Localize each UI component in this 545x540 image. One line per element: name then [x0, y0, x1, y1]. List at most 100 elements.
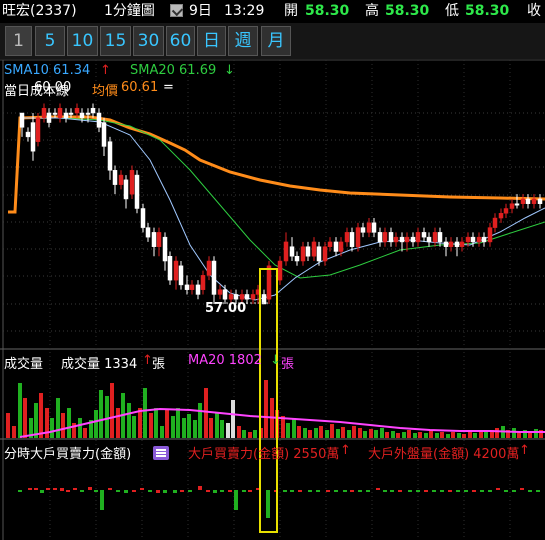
volume-bar [18, 383, 22, 438]
candle-body [118, 174, 124, 185]
candle-body [184, 284, 190, 290]
candle-body [277, 260, 283, 281]
candle-body [96, 112, 102, 128]
bigplayer-bar [53, 488, 57, 490]
candle-body [448, 241, 454, 247]
candle-body [338, 241, 344, 252]
volume-bar [242, 430, 246, 438]
bigplayer-bar [94, 490, 98, 492]
bigplayer-bar [60, 488, 64, 491]
volume-bar [440, 432, 444, 438]
candle-body [167, 256, 173, 281]
candle-body [222, 289, 228, 300]
volume-bar [6, 413, 10, 438]
bigplayer-bar [316, 490, 320, 492]
bigplayer-bar [242, 490, 246, 492]
candle-body [305, 246, 311, 257]
bigplayer-bar [480, 490, 484, 492]
bigplayer-bar [198, 486, 202, 490]
bigplayer-bar [40, 490, 44, 493]
volume-bar [308, 430, 312, 438]
candle-body [206, 260, 212, 276]
avg-price-value: 60.61 [121, 80, 159, 95]
candle-body [404, 236, 410, 243]
volume-bar [319, 426, 323, 438]
volume-bar [61, 413, 65, 438]
candle-body [250, 294, 256, 300]
candle-body [289, 246, 295, 257]
volume-bar [380, 428, 384, 438]
volume-bar [176, 408, 180, 438]
volume-bar [160, 426, 164, 438]
candle-body [366, 222, 372, 233]
candle-body [388, 232, 394, 243]
menu-icon[interactable] [153, 446, 169, 460]
bigplayer-bar [116, 490, 120, 492]
volume-bar [138, 408, 142, 438]
volume-bar [396, 433, 400, 438]
sma10-up-arrow-icon: ↑ [100, 63, 111, 78]
volume-bar [451, 432, 455, 438]
candle-body [311, 241, 317, 257]
bigplayer-bar [173, 490, 177, 493]
bigplayer-bar [432, 490, 436, 492]
volume-bar [512, 428, 516, 438]
candle-body [498, 213, 504, 219]
candle-body [377, 232, 383, 243]
bigplayer-bar [512, 490, 516, 492]
candle-body [140, 208, 146, 228]
candle-body [25, 131, 31, 138]
candle-body [509, 203, 515, 209]
volume-bar [264, 380, 268, 438]
volume-bar [171, 416, 175, 438]
candle-body [283, 241, 289, 262]
bigplayer-bar [34, 488, 38, 490]
volume-bar [369, 429, 373, 438]
candle-body [112, 170, 118, 185]
bigplayer-bar [488, 490, 492, 492]
candle-body [294, 256, 300, 262]
volume-bar [226, 423, 230, 438]
candle-body [399, 236, 405, 243]
candle-body [459, 241, 465, 247]
volume-bar [248, 432, 252, 438]
volume-ma20-label: MA20 1802 [188, 353, 262, 368]
candle-body [178, 265, 184, 286]
volume-bar [473, 433, 477, 438]
bigplayer-bar [366, 490, 370, 492]
candle-body [470, 236, 476, 243]
candle-body [63, 112, 69, 119]
bigplayer-bar [66, 490, 70, 492]
bigplayer-bar [456, 490, 460, 492]
bigplayer-bar [266, 490, 270, 518]
volume-bar [50, 418, 54, 438]
volume-bar [39, 393, 43, 438]
bigplayer-bar [228, 490, 232, 492]
candle-body [19, 112, 25, 128]
candle-body [481, 236, 487, 243]
volume-bar [154, 408, 158, 438]
volume-bar [352, 426, 356, 438]
bigplayer-bar [73, 488, 77, 490]
sma10-line [20, 117, 545, 301]
volume-bar [457, 433, 461, 438]
candle-body [503, 208, 509, 214]
bigplayer-bar [496, 488, 500, 490]
candle-body [90, 107, 96, 114]
volume-bar [231, 400, 235, 438]
candle-body [487, 227, 493, 243]
candle-body [327, 241, 333, 247]
bigplayer-bar [298, 490, 302, 492]
candle-body [195, 284, 201, 295]
bigplayer-bar [156, 490, 160, 493]
avg-price-label: 均價 [92, 84, 119, 99]
candle-body [107, 141, 113, 171]
volume-unit: 張 [152, 357, 166, 372]
volume-bar [402, 432, 406, 438]
bigplayer-bar [398, 490, 402, 492]
candle-body [410, 236, 416, 243]
cost-line-value: 60.00 [34, 80, 72, 95]
bigplayer-bar [376, 488, 380, 490]
bigplayer-buy-power-label: 大戶買賣力(金額) 2550萬 [188, 447, 340, 462]
volume-bar [204, 388, 208, 438]
